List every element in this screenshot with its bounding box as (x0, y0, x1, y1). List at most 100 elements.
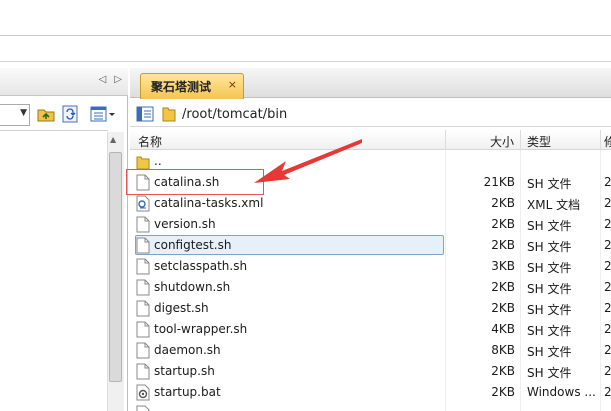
file-modified: 2 (604, 175, 611, 189)
file-icon (136, 363, 150, 380)
file-icon (136, 342, 150, 359)
local-pane: ◁ ▷ ▼ ▲ (0, 68, 128, 411)
file-name: configtest.sh (154, 238, 232, 252)
file-name: startup.bat (154, 385, 221, 399)
list-item[interactable]: shutdown.sh 2KB SH 文件 2 (130, 277, 611, 298)
list-item[interactable]: setclasspath.sh 3KB SH 文件 2 (130, 256, 611, 277)
list-item[interactable]: version.sh 2KB SH 文件 2 (130, 214, 611, 235)
parent-folder-button[interactable] (36, 104, 56, 124)
file-type: SH 文件 (527, 261, 572, 275)
local-path-combo[interactable]: ▼ (0, 104, 30, 126)
scroll-up-icon[interactable]: ▲ (110, 135, 116, 144)
file-size: 4KB (491, 322, 515, 336)
file-size: 3KB (491, 259, 515, 273)
file-name: startup.sh (154, 364, 215, 378)
file-icon (136, 300, 150, 317)
remote-path-field[interactable]: /root/tomcat/bin (182, 107, 287, 122)
file-type: SH 文件 (527, 219, 572, 233)
file-icon (136, 279, 150, 296)
list-item[interactable]: tool-wrapper.sh 4KB SH 文件 2 (130, 319, 611, 340)
file-type: SH 文件 (527, 240, 572, 254)
file-modified: 2 (604, 322, 611, 336)
folder-icon (136, 156, 150, 170)
column-header-modified[interactable]: 修 (604, 133, 611, 150)
file-type: Windows ... (527, 385, 596, 399)
list-item[interactable]: catalina.sh 21KB SH 文件 2 (130, 172, 611, 193)
file-name: .. (154, 154, 162, 168)
list-item[interactable]: startup.sh 2KB SH 文件 2 (130, 361, 611, 382)
file-modified: 2 (604, 385, 611, 399)
file-icon (136, 216, 150, 233)
file-type: SH 文件 (527, 282, 572, 296)
file-modified: 2 (604, 217, 611, 231)
top-toolbar (0, 40, 611, 62)
file-type: SH 文件 (527, 303, 572, 317)
file-size: 2KB (491, 238, 515, 252)
folder-up-icon (37, 109, 55, 122)
file-icon (136, 321, 150, 338)
file-list-header: 名称 大小 类型 修 (130, 130, 611, 150)
file-name: catalina-tasks.xml (154, 196, 264, 210)
chevron-down-icon: ▼ (20, 108, 27, 118)
list-item[interactable]: digest.sh 2KB SH 文件 2 (130, 298, 611, 319)
file-modified: 2 (604, 364, 611, 378)
scrollbar-thumb[interactable] (109, 152, 122, 382)
file-icon (136, 405, 150, 411)
file-modified: 2 (604, 238, 611, 252)
folder-icon (162, 107, 176, 122)
file-size: 2KB (491, 364, 515, 378)
file-size: 2KB (491, 385, 515, 399)
refresh-icon (62, 105, 78, 123)
file-modified: 2 (604, 196, 611, 210)
file-name: tool-wrapper.sh (154, 322, 248, 336)
tab-session[interactable]: 聚石塔测试 × (140, 73, 244, 99)
batch-file-icon (136, 384, 150, 401)
file-size: 2KB (491, 301, 515, 315)
file-type: SH 文件 (527, 177, 572, 191)
file-type: SH 文件 (527, 345, 572, 359)
close-icon[interactable]: × (228, 78, 237, 91)
list-item[interactable]: catalina-tasks.xml 2KB XML 文档 2 (130, 193, 611, 214)
list-item[interactable] (130, 403, 611, 411)
refresh-button[interactable] (60, 104, 80, 124)
file-name: catalina.sh (154, 175, 220, 189)
file-size: 2KB (491, 196, 515, 210)
file-modified: 2 (604, 259, 611, 273)
view-mode-button[interactable] (88, 104, 118, 124)
divider (0, 130, 108, 131)
list-item[interactable]: daemon.sh 8KB SH 文件 2 (130, 340, 611, 361)
panel-view-icon[interactable] (136, 105, 154, 123)
file-name: daemon.sh (154, 343, 221, 357)
column-divider[interactable] (520, 130, 521, 150)
file-name: setclasspath.sh (154, 259, 248, 273)
address-input[interactable] (0, 0, 611, 36)
file-type: SH 文件 (527, 366, 572, 380)
file-icon (136, 258, 150, 275)
file-name: digest.sh (154, 301, 209, 315)
column-divider[interactable] (600, 130, 601, 150)
list-view-icon (90, 106, 115, 122)
file-icon (136, 174, 150, 191)
file-modified: 2 (604, 343, 611, 357)
xml-file-icon (136, 195, 150, 212)
file-type: SH 文件 (527, 324, 572, 338)
file-name: version.sh (154, 217, 216, 231)
file-name: shutdown.sh (154, 280, 231, 294)
file-modified: 2 (604, 280, 611, 294)
remote-path-bar: /root/tomcat/bin (130, 101, 611, 127)
column-header-type[interactable]: 类型 (527, 133, 551, 150)
list-item[interactable]: startup.bat 2KB Windows ... 2 (130, 382, 611, 403)
nav-prev-icon[interactable]: ◁ (99, 74, 107, 85)
column-divider[interactable] (445, 130, 446, 150)
file-size: 2KB (491, 217, 515, 231)
remote-pane: 聚石塔测试 × /root/tomcat/bin 名称 大小 类型 修 .. c… (130, 68, 611, 411)
session-tab-strip: 聚石塔测试 × (130, 68, 611, 99)
column-header-name[interactable]: 名称 (138, 133, 162, 150)
list-item-selected[interactable]: configtest.sh 2KB SH 文件 2 (130, 235, 611, 256)
nav-next-icon[interactable]: ▷ (114, 74, 122, 85)
file-size: 21KB (483, 175, 515, 189)
column-header-size[interactable]: 大小 (490, 133, 514, 150)
list-item[interactable]: .. (130, 151, 611, 172)
file-modified: 2 (604, 301, 611, 315)
local-pane-header: ◁ ▷ (0, 68, 128, 96)
